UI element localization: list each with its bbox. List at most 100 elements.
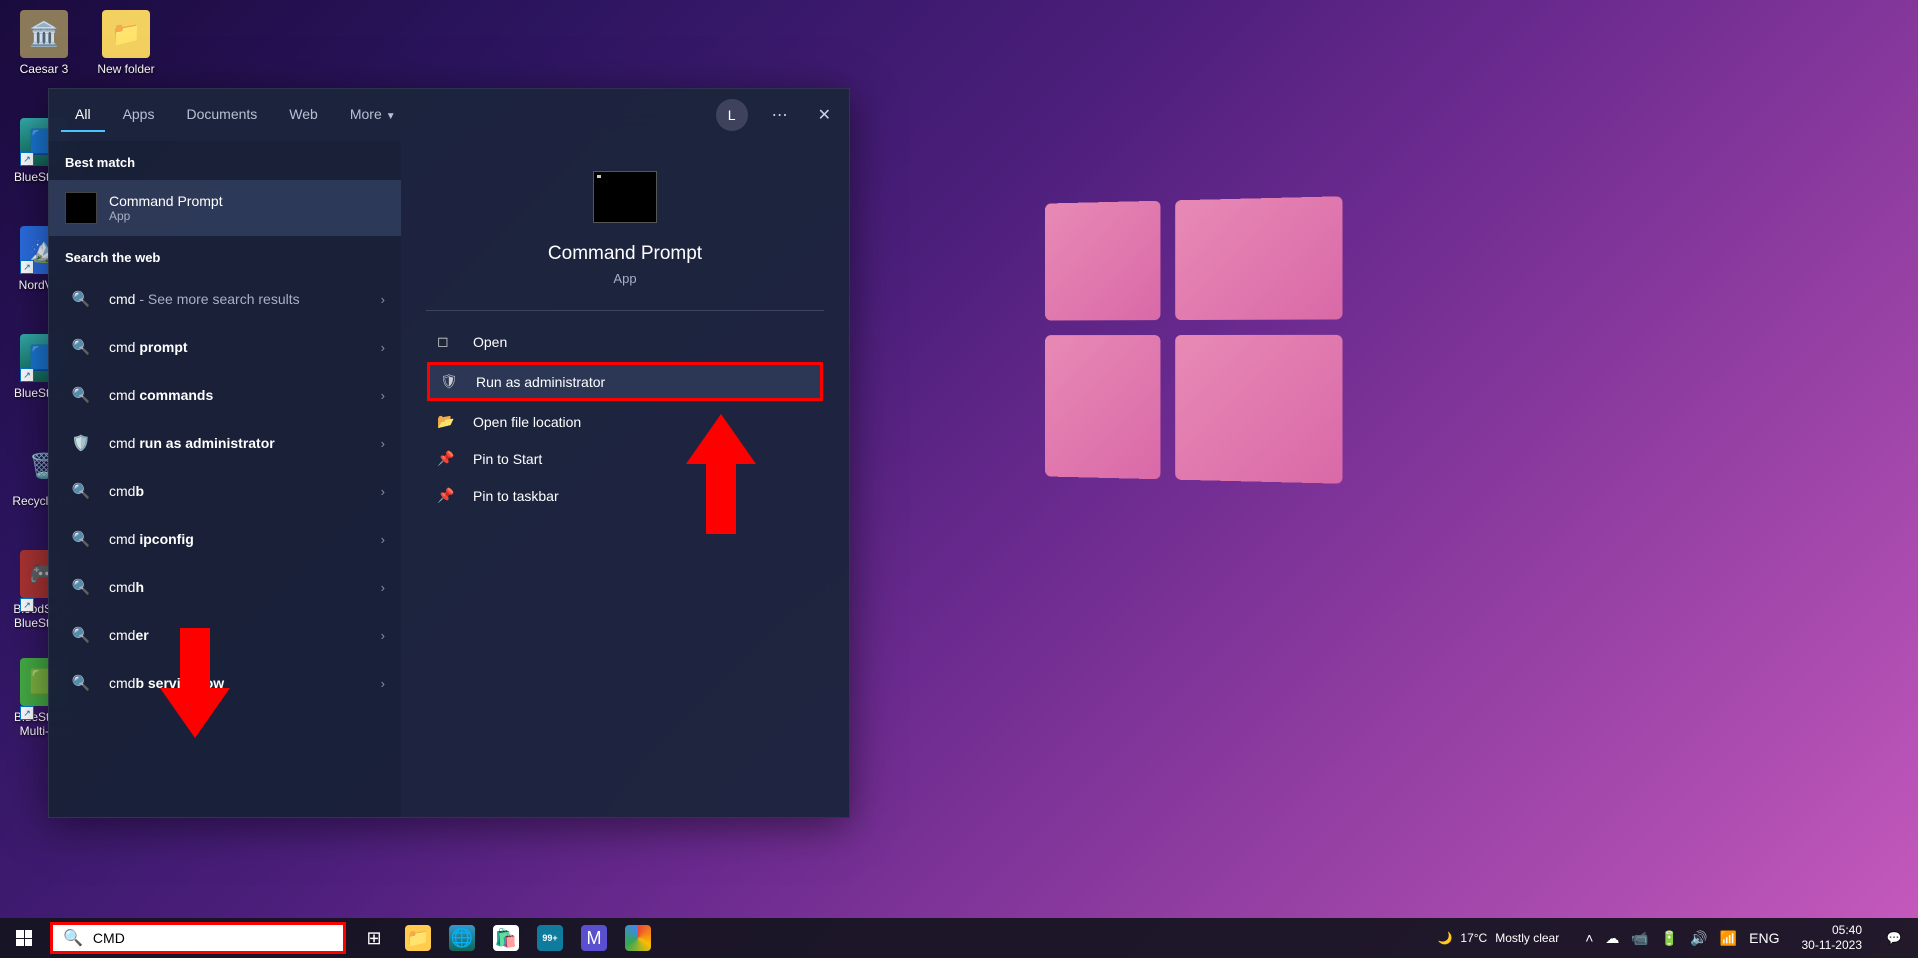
chevron-down-icon: ▼	[386, 111, 396, 122]
taskbar-app-edge[interactable]: 🌐	[440, 918, 484, 958]
start-button[interactable]	[4, 918, 44, 958]
taskbar-app-generic[interactable]: M	[572, 918, 616, 958]
result-command-prompt[interactable]: Command Prompt App	[49, 180, 401, 236]
badge-icon: 99+	[537, 925, 563, 951]
meet-now-icon[interactable]: 📹	[1631, 930, 1648, 947]
chevron-right-icon: ›	[381, 340, 385, 355]
search-tab-all[interactable]: All	[61, 98, 105, 132]
taskbar-app-mail[interactable]: 99+	[528, 918, 572, 958]
action-center-button[interactable]: 💬	[1874, 931, 1914, 945]
close-icon[interactable]: ✕	[812, 99, 837, 131]
user-avatar[interactable]: L	[716, 99, 748, 131]
clock-time: 05:40	[1802, 923, 1863, 938]
action-label: Pin to Start	[473, 451, 542, 467]
search-icon: 🔍	[65, 331, 97, 363]
web-result-cmd[interactable]: 🔍 cmd - See more search results ›	[49, 275, 401, 323]
chevron-right-icon: ›	[381, 580, 385, 595]
taskbar-app-ms-store[interactable]: 🛍️	[484, 918, 528, 958]
taskbar: 🔍 ⊞ 📁 🌐 🛍️ 99+ M 🌙 17°C Mostly clear ˄ ☁…	[0, 918, 1918, 958]
wallpaper-windows-logo	[1045, 196, 1342, 484]
desktop-icon-caesar3[interactable]: 🏛️Caesar 3	[6, 10, 82, 76]
action-run-as-administrator[interactable]: 🛡 Run as administrator	[427, 362, 823, 401]
search-icon: 🔍	[65, 379, 97, 411]
folder-icon: 📂	[437, 413, 455, 430]
notification-icon: 💬	[1887, 931, 1902, 945]
onedrive-icon[interactable]: ☁	[1605, 930, 1619, 947]
web-result-cmdh[interactable]: 🔍 cmdh ›	[49, 563, 401, 611]
desktop-icon-new-folder[interactable]: 📁New folder	[88, 10, 164, 76]
search-input[interactable]	[93, 930, 333, 946]
chevron-right-icon: ›	[381, 292, 385, 307]
store-icon: 🛍️	[493, 925, 519, 951]
open-icon: ◻	[437, 333, 455, 350]
divider	[426, 310, 825, 311]
preview-subtitle: App	[613, 271, 636, 286]
web-result-cmdb[interactable]: 🔍 cmdb ›	[49, 467, 401, 515]
admin-shield-icon: 🛡	[440, 373, 458, 390]
network-icon[interactable]: 📶	[1720, 930, 1737, 947]
task-view-button[interactable]: ⊞	[352, 918, 396, 958]
windows-icon	[16, 930, 32, 946]
language-indicator[interactable]: ENG	[1749, 930, 1779, 946]
action-open[interactable]: ◻ Open	[413, 323, 837, 360]
system-tray: ˄ ☁ 📹 🔋 🔊 📶 ENG	[1575, 930, 1789, 947]
search-icon: 🔍	[65, 619, 97, 651]
chevron-right-icon: ›	[381, 436, 385, 451]
action-pin-to-taskbar[interactable]: 📌 Pin to taskbar	[413, 477, 837, 514]
result-subtitle: App	[109, 209, 385, 223]
task-view-icon: ⊞	[366, 928, 381, 949]
chrome-icon	[625, 925, 651, 951]
pin-icon: 📌	[437, 487, 455, 504]
web-result-cmd-commands[interactable]: 🔍 cmd commands ›	[49, 371, 401, 419]
taskbar-clock[interactable]: 05:40 30-11-2023	[1792, 923, 1873, 953]
chevron-right-icon: ›	[381, 532, 385, 547]
annotation-arrow-up	[686, 414, 756, 534]
weather-icon: 🌙	[1437, 931, 1452, 945]
battery-icon[interactable]: 🔋	[1661, 930, 1678, 947]
web-result-cmd-prompt[interactable]: 🔍 cmd prompt ›	[49, 323, 401, 371]
more-options-icon[interactable]: ⋯	[766, 99, 794, 131]
file-explorer-icon: 📁	[405, 925, 431, 951]
cmd-icon	[65, 192, 97, 224]
action-label: Open file location	[473, 414, 581, 430]
search-icon: 🔍	[63, 928, 83, 948]
action-open-file-location[interactable]: 📂 Open file location	[413, 403, 837, 440]
action-label: Run as administrator	[476, 374, 605, 390]
chevron-right-icon: ›	[381, 676, 385, 691]
search-icon: 🔍	[65, 283, 97, 315]
search-tab-web[interactable]: Web	[275, 98, 332, 132]
weather-temp: 17°C	[1460, 931, 1487, 945]
annotation-arrow-down	[160, 628, 230, 738]
edge-icon: 🌐	[449, 925, 475, 951]
chevron-right-icon: ›	[381, 484, 385, 499]
search-icon: 🔍	[65, 475, 97, 507]
search-icon: 🔍	[65, 571, 97, 603]
search-tab-apps[interactable]: Apps	[109, 98, 169, 132]
search-icon: 🔍	[65, 523, 97, 555]
weather-desc: Mostly clear	[1495, 931, 1559, 945]
preview-app-icon	[593, 171, 657, 223]
taskbar-app-file-explorer[interactable]: 📁	[396, 918, 440, 958]
app-icon: M	[581, 925, 607, 951]
chevron-right-icon: ›	[381, 628, 385, 643]
taskbar-app-chrome[interactable]	[616, 918, 660, 958]
web-result-cmd-run-as-admin[interactable]: 🛡️ cmd run as administrator ›	[49, 419, 401, 467]
preview-title: Command Prompt	[548, 243, 702, 265]
action-label: Open	[473, 334, 507, 350]
search-filter-tabs: All Apps Documents Web More▼ L ⋯ ✕	[49, 89, 849, 141]
action-pin-to-start[interactable]: 📌 Pin to Start	[413, 440, 837, 477]
chevron-right-icon: ›	[381, 388, 385, 403]
search-tab-more[interactable]: More▼	[336, 98, 410, 132]
taskbar-weather[interactable]: 🌙 17°C Mostly clear	[1423, 931, 1573, 945]
action-label: Pin to taskbar	[473, 488, 559, 504]
search-icon: 🔍	[65, 667, 97, 699]
taskbar-search-box[interactable]: 🔍	[50, 922, 346, 954]
tray-chevron-icon[interactable]: ˄	[1585, 930, 1593, 946]
clock-date: 30-11-2023	[1802, 938, 1863, 953]
admin-icon: 🛡️	[65, 427, 97, 459]
search-tab-documents[interactable]: Documents	[172, 98, 271, 132]
volume-icon[interactable]: 🔊	[1690, 930, 1707, 947]
section-best-match: Best match	[49, 141, 401, 180]
search-preview-pane: Command Prompt App ◻ Open 🛡 Run as admin…	[401, 141, 849, 817]
web-result-cmd-ipconfig[interactable]: 🔍 cmd ipconfig ›	[49, 515, 401, 563]
